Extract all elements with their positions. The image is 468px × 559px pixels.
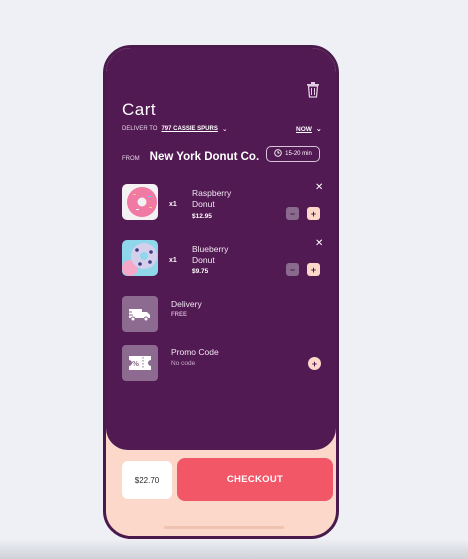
clock-icon <box>274 149 282 159</box>
item-name: Blueberry Donut <box>192 244 229 265</box>
delivery-address[interactable]: 797 CASSIE SPURS <box>161 126 217 132</box>
delivery-time-label: NOW <box>296 125 312 133</box>
raspberry-donut-image <box>122 184 158 220</box>
deliver-to-row[interactable]: DELIVER TO 797 CASSIE SPURS ⌄ <box>122 125 228 133</box>
increase-qty-button[interactable]: + <box>307 207 320 220</box>
decrease-qty-button[interactable]: − <box>286 263 299 276</box>
chevron-down-icon: ⌄ <box>221 126 228 133</box>
deliver-to-label: DELIVER TO <box>122 126 158 132</box>
store-name: New York Donut Co. <box>149 151 260 163</box>
item-price: $12.95 <box>192 213 212 220</box>
coupon-icon: % <box>122 345 158 381</box>
item-quantity: x1 <box>169 201 177 208</box>
coupon-badge: % <box>132 360 139 368</box>
item-quantity: x1 <box>169 257 177 264</box>
remove-item-icon[interactable]: ✕ <box>315 182 323 193</box>
home-indicator <box>164 526 284 529</box>
item-name: Raspberry Donut <box>192 188 232 209</box>
order-total: $22.70 <box>122 461 172 499</box>
truck-icon <box>122 296 158 332</box>
blueberry-donut-image <box>122 240 158 276</box>
page-title: Cart <box>122 100 157 119</box>
promo-code-value: No code <box>171 360 196 367</box>
time-estimate-badge: 15-20 min <box>266 146 320 162</box>
add-promo-button[interactable]: + <box>308 357 321 370</box>
increase-qty-button[interactable]: + <box>307 263 320 276</box>
delivery-title: Delivery <box>171 299 202 309</box>
checkout-button[interactable]: CHECKOUT <box>177 458 333 501</box>
chevron-down-icon: ⌄ <box>315 126 322 133</box>
delivery-price: FREE <box>171 312 188 318</box>
phone-frame: Cart DELIVER TO 797 CASSIE SPURS ⌄ NOW ⌄… <box>103 45 339 539</box>
time-estimate-text: 15-20 min <box>285 151 312 157</box>
item-price: $9.75 <box>192 268 209 275</box>
bottom-shadow <box>0 539 468 559</box>
trash-icon[interactable] <box>306 82 320 98</box>
delivery-time-selector[interactable]: NOW ⌄ <box>296 125 322 134</box>
cart-panel: Cart DELIVER TO 797 CASSIE SPURS ⌄ NOW ⌄… <box>106 48 336 450</box>
store-row: FROM New York Donut Co. <box>122 151 259 163</box>
decrease-qty-button[interactable]: − <box>286 207 299 220</box>
remove-item-icon[interactable]: ✕ <box>315 238 323 249</box>
from-label: FROM <box>122 156 140 162</box>
promo-code-title: Promo Code <box>171 347 219 357</box>
